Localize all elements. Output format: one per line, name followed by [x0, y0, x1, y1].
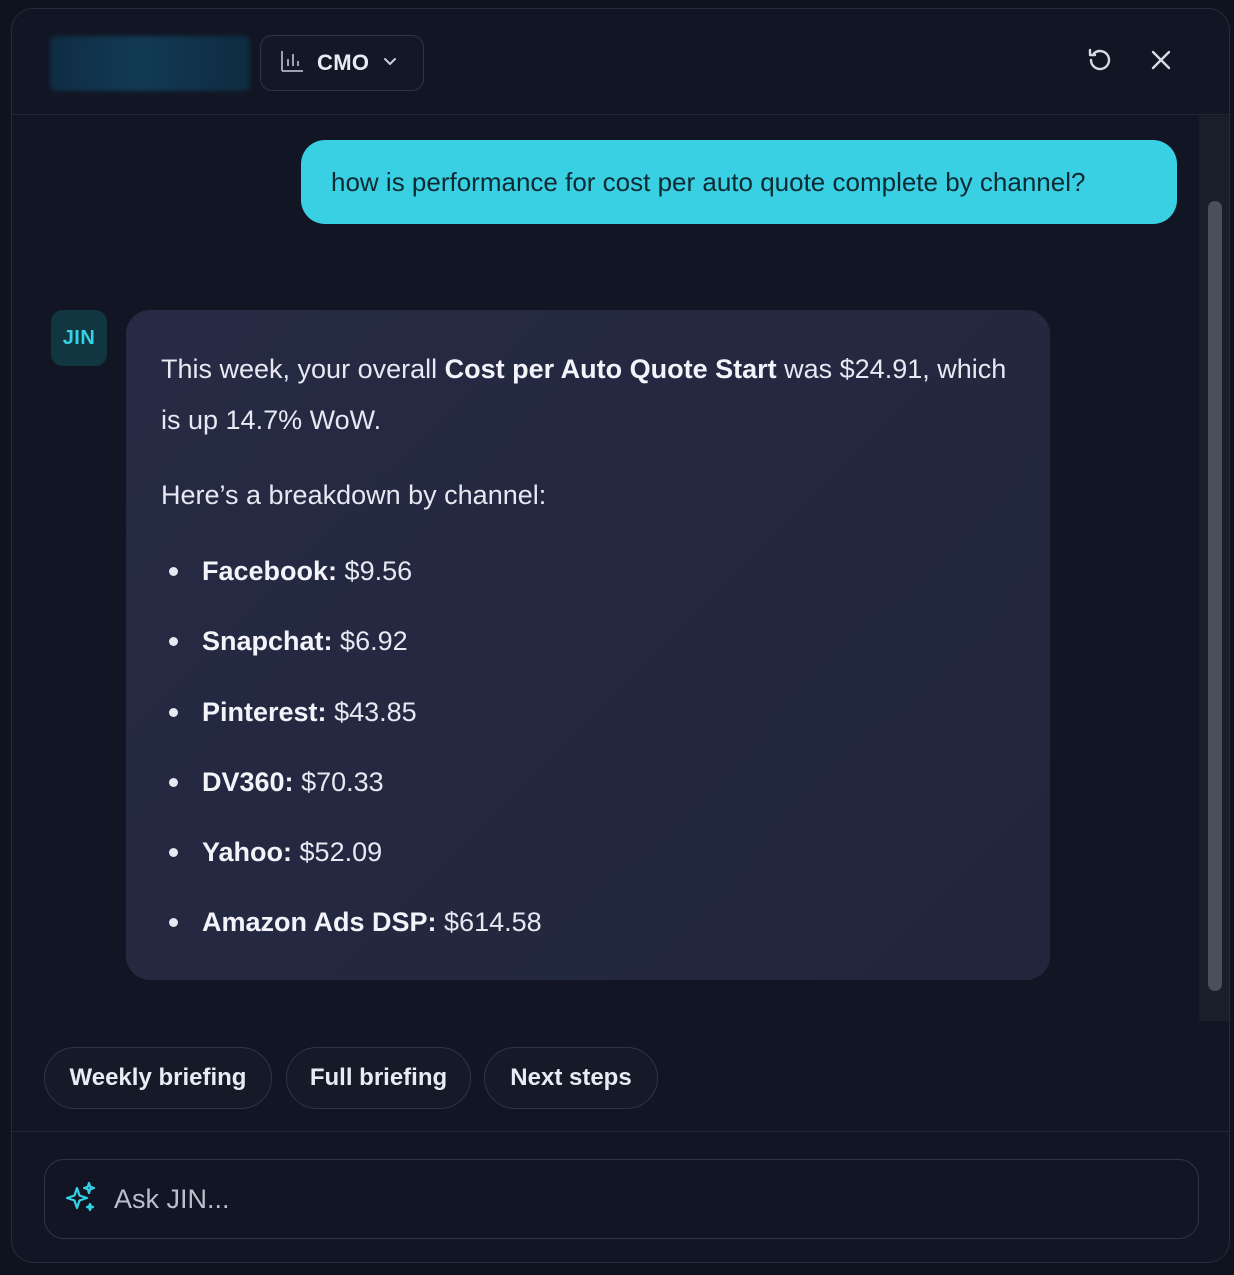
chat-window: CMO how is performance for cost per auto…	[11, 8, 1230, 1263]
suggestion-weekly-briefing[interactable]: Weekly briefing	[44, 1047, 272, 1109]
channel-value: $52.09	[299, 837, 383, 868]
list-item: Pinterest: $43.85	[161, 677, 1014, 747]
role-select-label: CMO	[317, 50, 370, 75]
channel-value: $9.56	[344, 556, 413, 586]
suggestion-label: Weekly briefing	[69, 1064, 247, 1091]
refresh-icon	[1086, 46, 1114, 79]
role-select[interactable]: CMO	[260, 35, 424, 91]
suggestion-label: Full briefing	[309, 1064, 448, 1091]
list-item: Facebook: $9.56	[161, 536, 1014, 606]
breakdown-heading: Here’s a breakdown by channel:	[161, 480, 547, 510]
sparkle-icon	[63, 1180, 97, 1219]
channel-value: $70.33	[301, 766, 384, 797]
channel-name: Snapchat:	[202, 626, 333, 657]
divider	[12, 1131, 1229, 1132]
close-icon	[1149, 48, 1173, 77]
list-item: DV360: $70.33	[161, 747, 1014, 817]
channel-name: DV360:	[202, 766, 294, 797]
suggestion-next-steps[interactable]: Next steps	[484, 1047, 658, 1109]
brand-logo	[50, 36, 250, 91]
user-message-text: how is performance for cost per auto quo…	[331, 166, 1086, 197]
summary-prefix: This week, your overall	[161, 354, 445, 384]
list-item: Yahoo: $52.09	[161, 817, 1014, 887]
metric-name: Cost per Auto Quote Start	[444, 354, 777, 384]
channel-name: Facebook:	[202, 556, 338, 586]
chevron-down-icon	[381, 52, 399, 75]
suggestion-full-briefing[interactable]: Full briefing	[286, 1047, 471, 1109]
close-button[interactable]	[1144, 45, 1178, 79]
ask-input[interactable]	[114, 1169, 1198, 1229]
user-message: how is performance for cost per auto quo…	[301, 140, 1177, 224]
channel-list: Facebook: $9.56 Snapchat: $6.92 Pinteres…	[161, 536, 1014, 958]
list-item: Snapchat: $6.92	[161, 606, 1014, 676]
channel-name: Yahoo:	[202, 837, 293, 868]
channel-value: $614.58	[444, 907, 542, 938]
scrollbar-thumb[interactable]	[1208, 201, 1222, 991]
assistant-avatar-label: JIN	[62, 326, 96, 349]
list-item: Amazon Ads DSP: $614.58	[161, 887, 1014, 957]
assistant-avatar: JIN	[51, 310, 107, 366]
assistant-summary: This week, your overall Cost per Auto Qu…	[161, 344, 1021, 446]
header: CMO	[12, 9, 1229, 115]
suggestion-label: Next steps	[510, 1064, 632, 1091]
assistant-message: This week, your overall Cost per Auto Qu…	[126, 310, 1050, 980]
ask-input-container[interactable]	[44, 1159, 1199, 1239]
bar-chart-icon	[279, 48, 305, 79]
refresh-button[interactable]	[1083, 45, 1117, 79]
channel-value: $43.85	[334, 696, 417, 727]
channel-name: Pinterest:	[202, 696, 327, 727]
channel-name: Amazon Ads DSP:	[202, 907, 437, 938]
channel-value: $6.92	[340, 626, 408, 657]
